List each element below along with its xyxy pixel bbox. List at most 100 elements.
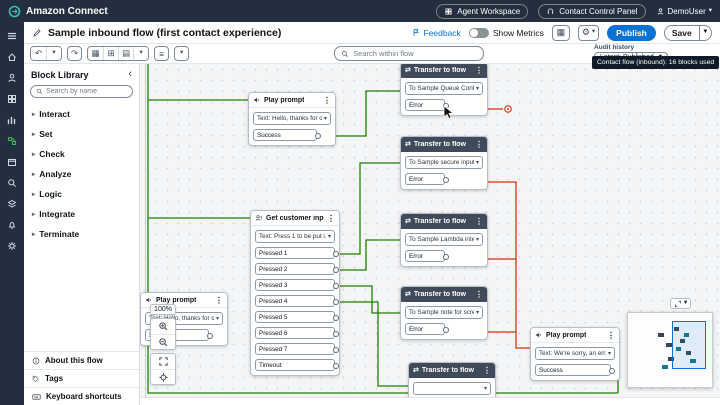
- block-transfer-lambda[interactable]: ⇄ Transfer to flow ⋮ To Sample Lambda in…: [400, 213, 488, 267]
- kebab-menu-icon[interactable]: ⋮: [323, 96, 331, 105]
- keyboard-shortcuts-item[interactable]: Keyboard shortcuts: [24, 387, 139, 405]
- block-field-dropdown[interactable]: To Sample secure input ...▾: [405, 156, 483, 169]
- notifications-icon[interactable]: [0, 214, 24, 235]
- block-field-dropdown[interactable]: Text: We're sorry, an err...▾: [535, 347, 615, 360]
- output-error[interactable]: Error: [405, 173, 445, 185]
- collapse-panel-icon[interactable]: ‹: [128, 69, 132, 80]
- save-button[interactable]: Save: [665, 26, 699, 40]
- feedback-link[interactable]: Feedback: [412, 28, 460, 38]
- snap-grid-button[interactable]: ⊞: [103, 47, 118, 60]
- redo-button[interactable]: ↷: [67, 46, 82, 61]
- library-section-set[interactable]: ▸Set: [24, 124, 139, 144]
- settings-icon[interactable]: [0, 235, 24, 256]
- block-header[interactable]: ⇄ Transfer to flow ⋮: [401, 137, 487, 152]
- undo-button[interactable]: ↶: [31, 47, 46, 60]
- kebab-menu-icon[interactable]: ⋮: [475, 66, 483, 75]
- users-icon[interactable]: [0, 67, 24, 88]
- zoom-out-button[interactable]: [151, 334, 175, 349]
- show-metrics-toggle[interactable]: [469, 28, 489, 38]
- library-section-check[interactable]: ▸Check: [24, 144, 139, 164]
- center-view-button[interactable]: [151, 369, 175, 384]
- output-error[interactable]: Error: [405, 323, 445, 335]
- kebab-menu-icon[interactable]: ⋮: [475, 140, 483, 149]
- contact-search-icon[interactable]: [0, 172, 24, 193]
- settings-menu-button[interactable]: ⚙ ▾: [578, 25, 599, 41]
- library-section-interact[interactable]: ▸Interact: [24, 104, 139, 124]
- block-header[interactable]: ⇄ Transfer to flow ⋮: [409, 363, 495, 378]
- kebab-menu-icon[interactable]: ⋮: [215, 296, 223, 305]
- minimap-toggle-button[interactable]: ▾: [670, 298, 691, 309]
- output-pressed-4[interactable]: Pressed 4: [255, 295, 335, 307]
- library-section-analyze[interactable]: ▸Analyze: [24, 164, 139, 184]
- block-play-prompt-1[interactable]: Play prompt ⋮ Text: Hello, thanks for c.…: [248, 92, 336, 146]
- output-success[interactable]: Success: [535, 364, 611, 376]
- horizontal-scrollbar[interactable]: [140, 397, 720, 405]
- fit-to-screen-button[interactable]: [151, 354, 175, 369]
- minimap[interactable]: [627, 312, 713, 388]
- output-timeout[interactable]: Timeout: [255, 359, 335, 371]
- more-options-caret[interactable]: ▾: [174, 46, 189, 61]
- zoom-in-button[interactable]: [151, 319, 175, 334]
- edit-pencil-icon[interactable]: [32, 28, 42, 38]
- kebab-menu-icon[interactable]: ⋮: [475, 290, 483, 299]
- block-transfer-queue[interactable]: ⇄ Transfer to flow ⋮ To Sample Queue Con…: [400, 64, 488, 116]
- block-field-dropdown[interactable]: To Sample Lambda integ...▾: [405, 233, 483, 246]
- save-menu-caret[interactable]: ▾: [699, 26, 711, 40]
- metrics-view-button[interactable]: ▦: [552, 25, 570, 41]
- block-header[interactable]: Play prompt ⋮: [531, 328, 619, 343]
- kebab-menu-icon[interactable]: ⋮: [607, 331, 615, 340]
- kebab-menu-icon[interactable]: ⋮: [475, 217, 483, 226]
- block-header[interactable]: ⇄ Transfer to flow ⋮: [401, 214, 487, 229]
- output-pressed-6[interactable]: Pressed 6: [255, 327, 335, 339]
- block-transfer-note[interactable]: ⇄ Transfer to flow ⋮ To Sample note for …: [400, 286, 488, 340]
- output-pressed-1[interactable]: Pressed 1: [255, 247, 335, 259]
- output-pressed-7[interactable]: Pressed 7: [255, 343, 335, 355]
- block-field-dropdown[interactable]: ▾: [413, 382, 491, 395]
- block-field-dropdown[interactable]: To Sample note for scre...▾: [405, 306, 483, 319]
- tags-item[interactable]: Tags: [24, 369, 139, 387]
- block-field-dropdown[interactable]: Text: Hello, thanks for c...▾: [253, 112, 331, 125]
- output-error[interactable]: Error: [405, 99, 445, 111]
- library-section-logic[interactable]: ▸Logic: [24, 184, 139, 204]
- block-header[interactable]: Get customer input ⋮: [251, 211, 339, 226]
- metrics-icon[interactable]: [0, 109, 24, 130]
- block-header[interactable]: Play prompt ⋮: [249, 93, 335, 108]
- flow-canvas[interactable]: Play prompt ⋮ Text: Hello, thanks for c.…: [140, 64, 720, 405]
- arrange-caret[interactable]: ▾: [133, 47, 148, 60]
- publish-button[interactable]: Publish: [607, 25, 656, 41]
- block-play-prompt-error[interactable]: Play prompt ⋮ Text: We're sorry, an err.…: [530, 327, 620, 381]
- copy-button[interactable]: ▦: [88, 47, 103, 60]
- block-field-dropdown[interactable]: To Sample Queue Config...▾: [405, 82, 483, 95]
- home-icon[interactable]: [0, 46, 24, 67]
- output-pressed-2[interactable]: Pressed 2: [255, 263, 335, 275]
- output-pressed-3[interactable]: Pressed 3: [255, 279, 335, 291]
- block-transfer-secure-input[interactable]: ⇄ Transfer to flow ⋮ To Sample secure in…: [400, 136, 488, 190]
- minimap-viewport[interactable]: [672, 321, 706, 369]
- output-error[interactable]: Error: [405, 250, 445, 262]
- block-header[interactable]: ⇄ Transfer to flow ⋮: [401, 287, 487, 302]
- agent-workspace-button[interactable]: Agent Workspace: [436, 4, 528, 19]
- dashboard-icon[interactable]: [0, 88, 24, 109]
- flows-icon[interactable]: [0, 130, 24, 151]
- kebab-menu-icon[interactable]: ⋮: [327, 214, 335, 223]
- output-pressed-5[interactable]: Pressed 5: [255, 311, 335, 323]
- align-button[interactable]: ▤: [118, 47, 133, 60]
- block-header[interactable]: ⇄ Transfer to flow ⋮: [401, 64, 487, 78]
- block-field-dropdown[interactable]: Text: Press 1 to be put i...▾: [255, 230, 335, 243]
- user-menu[interactable]: DemoUser ▾: [656, 7, 713, 16]
- library-section-terminate[interactable]: ▸Terminate: [24, 224, 139, 244]
- queues-icon[interactable]: [0, 193, 24, 214]
- output-success[interactable]: Success: [253, 129, 317, 141]
- library-section-integrate[interactable]: ▸Integrate: [24, 204, 139, 224]
- about-this-flow-item[interactable]: About this flow: [24, 351, 139, 369]
- calendar-icon[interactable]: [0, 151, 24, 172]
- undo-history-caret[interactable]: ▾: [46, 47, 61, 60]
- block-transfer-bottom[interactable]: ⇄ Transfer to flow ⋮ ▾: [408, 362, 496, 400]
- contact-control-panel-button[interactable]: Contact Control Panel: [538, 4, 645, 19]
- list-view-button[interactable]: ≡: [154, 46, 169, 61]
- block-get-customer-input[interactable]: Get customer input ⋮ Text: Press 1 to be…: [250, 210, 340, 376]
- library-search-input[interactable]: [46, 88, 127, 95]
- flow-search-input[interactable]: [353, 49, 477, 58]
- menu-icon[interactable]: [0, 25, 24, 46]
- kebab-menu-icon[interactable]: ⋮: [483, 366, 491, 375]
